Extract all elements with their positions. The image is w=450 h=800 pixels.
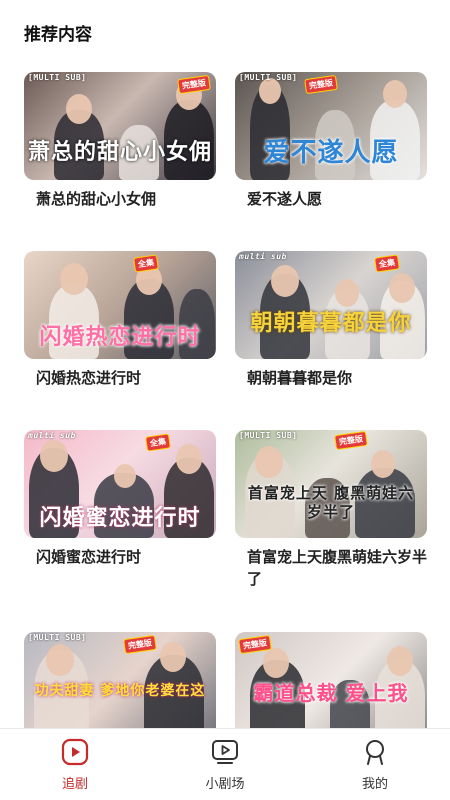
poster-title: 首富宠上天 腹黑萌娃六岁半了 bbox=[247, 484, 415, 521]
drama-card[interactable]: multi sub 全集 闪婚蜜恋进行时 闪婚蜜恋进行时 bbox=[24, 430, 216, 568]
multi-sub-badge: [MULTI SUB] bbox=[28, 73, 87, 82]
section-title: 推荐内容 bbox=[24, 25, 92, 45]
drama-card[interactable]: [MULTI SUB] 完整版 首富宠上天 腹黑萌娃六岁半了 首富宠上天腹黑萌娃… bbox=[235, 430, 427, 590]
poster-title: 闪婚蜜恋进行时 bbox=[39, 505, 201, 531]
drama-thumbnail[interactable]: multi sub 全集 闪婚蜜恋进行时 bbox=[24, 430, 216, 538]
drama-title[interactable]: 首富宠上天腹黑萌娃六岁半了 bbox=[235, 546, 427, 590]
drama-thumbnail[interactable]: 完整版 霸道总裁 爱上我 bbox=[235, 632, 427, 740]
play-circle-icon bbox=[61, 738, 89, 766]
multi-sub-badge: [MULTI SUB] bbox=[239, 73, 298, 82]
drama-card[interactable]: [MULTI SUB] 完整版 萧总的甜心小女佣 萧总的甜心小女佣 bbox=[24, 72, 216, 210]
poster-title: 霸道总裁 爱上我 bbox=[253, 681, 409, 705]
poster-title: 爱不遂人愿 bbox=[263, 138, 399, 168]
tab-label: 我的 bbox=[361, 777, 388, 792]
tab-follow-drama[interactable]: 追剧 bbox=[0, 729, 150, 800]
drama-thumbnail[interactable]: 全集 闪婚热恋进行时 bbox=[24, 251, 216, 359]
poster-title: 朝朝暮暮都是你 bbox=[250, 310, 412, 336]
drama-title[interactable]: 萧总的甜心小女佣 bbox=[24, 188, 216, 210]
app-page: 推荐内容 [MULTI SUB] 完整版 萧总的甜心小女佣 萧总的甜心小女佣 [… bbox=[0, 0, 450, 800]
tab-theater[interactable]: 小剧场 bbox=[150, 729, 300, 800]
drama-card[interactable]: multi sub 全集 朝朝暮暮都是你 朝朝暮暮都是你 bbox=[235, 251, 427, 389]
drama-card[interactable]: [MULTI SUB] 完整版 爱不遂人愿 爱不遂人愿 bbox=[235, 72, 427, 210]
drama-thumbnail[interactable]: multi sub 全集 朝朝暮暮都是你 bbox=[235, 251, 427, 359]
bottom-tab-bar: 追剧 小剧场 我的 bbox=[0, 728, 450, 800]
poster-title: 功夫甜妻 爹地你老婆在这 bbox=[34, 683, 206, 699]
drama-title[interactable]: 闪婚热恋进行时 bbox=[24, 367, 216, 389]
drama-thumbnail[interactable]: [MULTI SUB] 完整版 爱不遂人愿 bbox=[235, 72, 427, 180]
multi-sub-badge: [MULTI SUB] bbox=[28, 633, 87, 642]
user-icon bbox=[366, 740, 384, 765]
drama-title[interactable]: 闪婚蜜恋进行时 bbox=[24, 546, 216, 568]
tab-mine[interactable]: 我的 bbox=[300, 729, 450, 800]
drama-card[interactable]: 全集 闪婚热恋进行时 闪婚热恋进行时 bbox=[24, 251, 216, 389]
multi-sub-badge: multi sub bbox=[239, 252, 287, 261]
multi-sub-badge: [MULTI SUB] bbox=[239, 431, 298, 440]
tab-label: 小剧场 bbox=[205, 777, 245, 792]
drama-thumbnail[interactable]: [MULTI SUB] 完整版 萧总的甜心小女佣 bbox=[24, 72, 216, 180]
drama-title[interactable]: 朝朝暮暮都是你 bbox=[235, 367, 427, 389]
drama-thumbnail[interactable]: [MULTI SUB] 完整版 首富宠上天 腹黑萌娃六岁半了 bbox=[235, 430, 427, 538]
drama-title[interactable]: 爱不遂人愿 bbox=[235, 188, 427, 210]
tv-play-icon bbox=[212, 740, 238, 764]
poster-title: 闪婚热恋进行时 bbox=[39, 324, 201, 350]
tab-label: 追剧 bbox=[61, 777, 88, 792]
multi-sub-badge: multi sub bbox=[28, 431, 76, 440]
drama-thumbnail[interactable]: [MULTI SUB] 完整版 功夫甜妻 爹地你老婆在这 bbox=[24, 632, 216, 740]
poster-title: 萧总的甜心小女佣 bbox=[27, 139, 212, 165]
